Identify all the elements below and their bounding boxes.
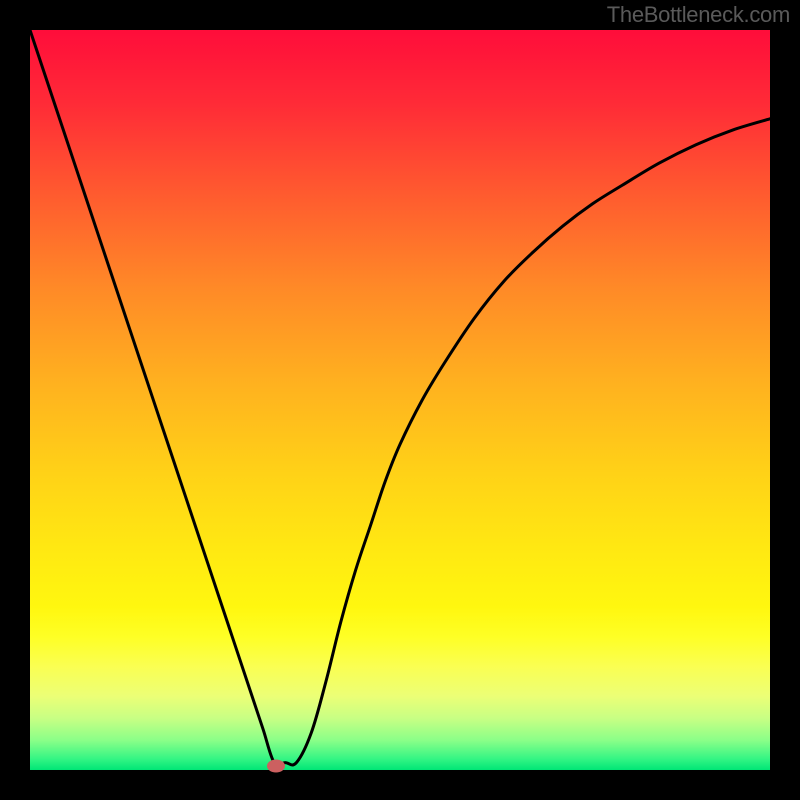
- plot-area: [30, 30, 770, 770]
- minimum-marker: [267, 759, 285, 772]
- chart-canvas: TheBottleneck.com: [0, 0, 800, 800]
- data-curve: [30, 30, 770, 770]
- watermark-text: TheBottleneck.com: [607, 2, 790, 28]
